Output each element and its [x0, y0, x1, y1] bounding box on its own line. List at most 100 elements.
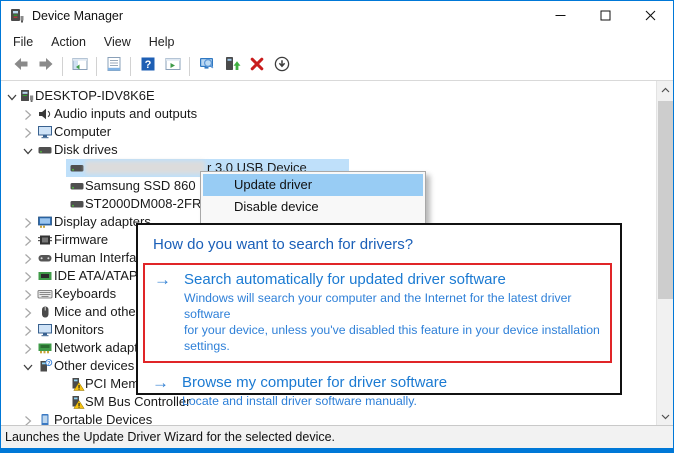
toolbar: ? — [1, 53, 673, 81]
minimize-icon — [555, 10, 566, 21]
ide-icon — [37, 269, 53, 283]
chevron-collapsed-icon[interactable] — [22, 270, 34, 282]
properties-button[interactable] — [101, 55, 126, 79]
chevron-collapsed-icon[interactable] — [22, 126, 34, 138]
warning-icon — [69, 395, 85, 409]
tree-item-disk-drives[interactable]: Disk drives — [1, 141, 656, 159]
update-driver-icon — [223, 55, 241, 78]
disk-icon — [37, 143, 53, 157]
tree-item-label: Other devices — [54, 357, 134, 375]
audio-icon — [37, 107, 53, 121]
scroll-down-button[interactable] — [657, 408, 673, 425]
minimize-button[interactable] — [538, 1, 583, 30]
device-manager-icon — [9, 8, 25, 24]
menu-view[interactable]: View — [95, 32, 140, 52]
display-icon — [37, 215, 53, 229]
chevron-collapsed-icon[interactable] — [22, 252, 34, 264]
chevron-down-icon — [661, 414, 670, 420]
context-menu-item-update-driver[interactable]: Update driver — [203, 174, 423, 196]
close-button[interactable] — [628, 1, 673, 30]
back-icon — [12, 55, 30, 78]
context-menu-item-disable-device[interactable]: Disable device — [203, 196, 423, 218]
tree-item-label: Monitors — [54, 321, 104, 339]
redacted-device-name — [85, 161, 205, 174]
disable-device-button[interactable] — [269, 55, 294, 79]
tree-item-portable-devices[interactable]: Portable Devices — [1, 411, 656, 425]
tree-item-label: DESKTOP-IDV8K6E — [35, 87, 155, 105]
device-manager-window: Device Manager File Action View Help ? D… — [0, 0, 674, 453]
chevron-collapsed-icon[interactable] — [22, 234, 34, 246]
titlebar: Device Manager — [1, 1, 673, 30]
scrollbar-thumb[interactable] — [658, 101, 673, 299]
properties-icon — [105, 55, 123, 78]
show-console-tree-button[interactable] — [67, 55, 92, 79]
disable-device-icon — [273, 55, 291, 78]
uninstall-device-button[interactable] — [244, 55, 269, 79]
chevron-expanded-icon[interactable] — [6, 90, 18, 102]
window-bottom-border — [1, 448, 673, 453]
help-icon: ? — [139, 55, 157, 78]
other-icon: ? — [37, 359, 53, 373]
tree-item-label: Portable Devices — [54, 411, 152, 425]
tree-item-label: Audio inputs and outputs — [54, 105, 197, 123]
forward-button[interactable] — [33, 55, 58, 79]
option-title[interactable]: Browse my computer for driver software — [182, 373, 447, 393]
tree-item-desktop-idv8k6e[interactable]: DESKTOP-IDV8K6E — [1, 87, 656, 105]
chevron-collapsed-icon[interactable] — [22, 306, 34, 318]
chevron-expanded-icon[interactable] — [22, 360, 34, 372]
disk-icon — [69, 161, 85, 175]
tree-item-label: Disk drives — [54, 141, 118, 159]
tree-item-audio-inputs-and-outputs[interactable]: Audio inputs and outputs — [1, 105, 656, 123]
scan-hardware-changes-button[interactable] — [194, 55, 219, 79]
hid-icon — [37, 251, 53, 265]
toolbar-separator — [189, 57, 190, 76]
forward-icon — [37, 55, 55, 78]
chevron-collapsed-icon[interactable] — [22, 342, 34, 354]
maximize-button[interactable] — [583, 1, 628, 30]
help-button[interactable]: ? — [135, 55, 160, 79]
items-view-icon — [164, 55, 182, 78]
arrow-right-icon: → — [154, 270, 184, 354]
menu-action[interactable]: Action — [42, 32, 95, 52]
menu-help[interactable]: Help — [140, 32, 184, 52]
tree-item-computer[interactable]: Computer — [1, 123, 656, 141]
menubar: File Action View Help — [1, 30, 673, 53]
svg-text:?: ? — [144, 59, 151, 71]
red-highlight-box: → Search automatically for updated drive… — [143, 263, 612, 363]
arrow-right-icon: → — [152, 373, 182, 409]
chevron-collapsed-icon[interactable] — [22, 324, 34, 336]
monitor-icon — [37, 323, 53, 337]
pc-root-icon — [19, 89, 35, 103]
tree-item-label: Firmware — [54, 231, 108, 249]
items-view-button[interactable] — [160, 55, 185, 79]
maximize-icon — [600, 10, 611, 21]
back-button[interactable] — [8, 55, 33, 79]
firmware-icon — [37, 233, 53, 247]
chevron-collapsed-icon[interactable] — [22, 414, 34, 425]
tree-item-label: Computer — [54, 123, 111, 141]
toolbar-separator — [96, 57, 97, 76]
update-driver-button[interactable] — [219, 55, 244, 79]
option-browse-computer[interactable]: → Browse my computer for driver software… — [152, 373, 612, 409]
monitor-icon — [37, 125, 53, 139]
tree-item-label: Keyboards — [54, 285, 116, 303]
window-title: Device Manager — [32, 9, 123, 23]
option-title[interactable]: Search automatically for updated driver … — [184, 270, 602, 290]
chevron-collapsed-icon[interactable] — [22, 288, 34, 300]
mouse-icon — [37, 305, 53, 319]
uninstall-device-icon — [248, 55, 266, 78]
chevron-collapsed-icon[interactable] — [22, 216, 34, 228]
dialog-heading: How do you want to search for drivers? — [153, 236, 620, 253]
show-console-tree-icon — [71, 55, 89, 78]
vertical-scrollbar[interactable] — [656, 81, 673, 425]
chevron-collapsed-icon[interactable] — [22, 108, 34, 120]
chevron-expanded-icon[interactable] — [22, 144, 34, 156]
toolbar-separator — [62, 57, 63, 76]
scroll-up-button[interactable] — [657, 81, 673, 98]
menu-file[interactable]: File — [4, 32, 42, 52]
status-bar: Launches the Update Driver Wizard for th… — [1, 425, 673, 448]
option-description: Locate and install driver software manua… — [182, 393, 447, 409]
keyboard-icon — [37, 287, 53, 301]
option-description: Windows will search your computer and th… — [184, 290, 602, 354]
option-search-automatically[interactable]: → Search automatically for updated drive… — [154, 270, 602, 354]
